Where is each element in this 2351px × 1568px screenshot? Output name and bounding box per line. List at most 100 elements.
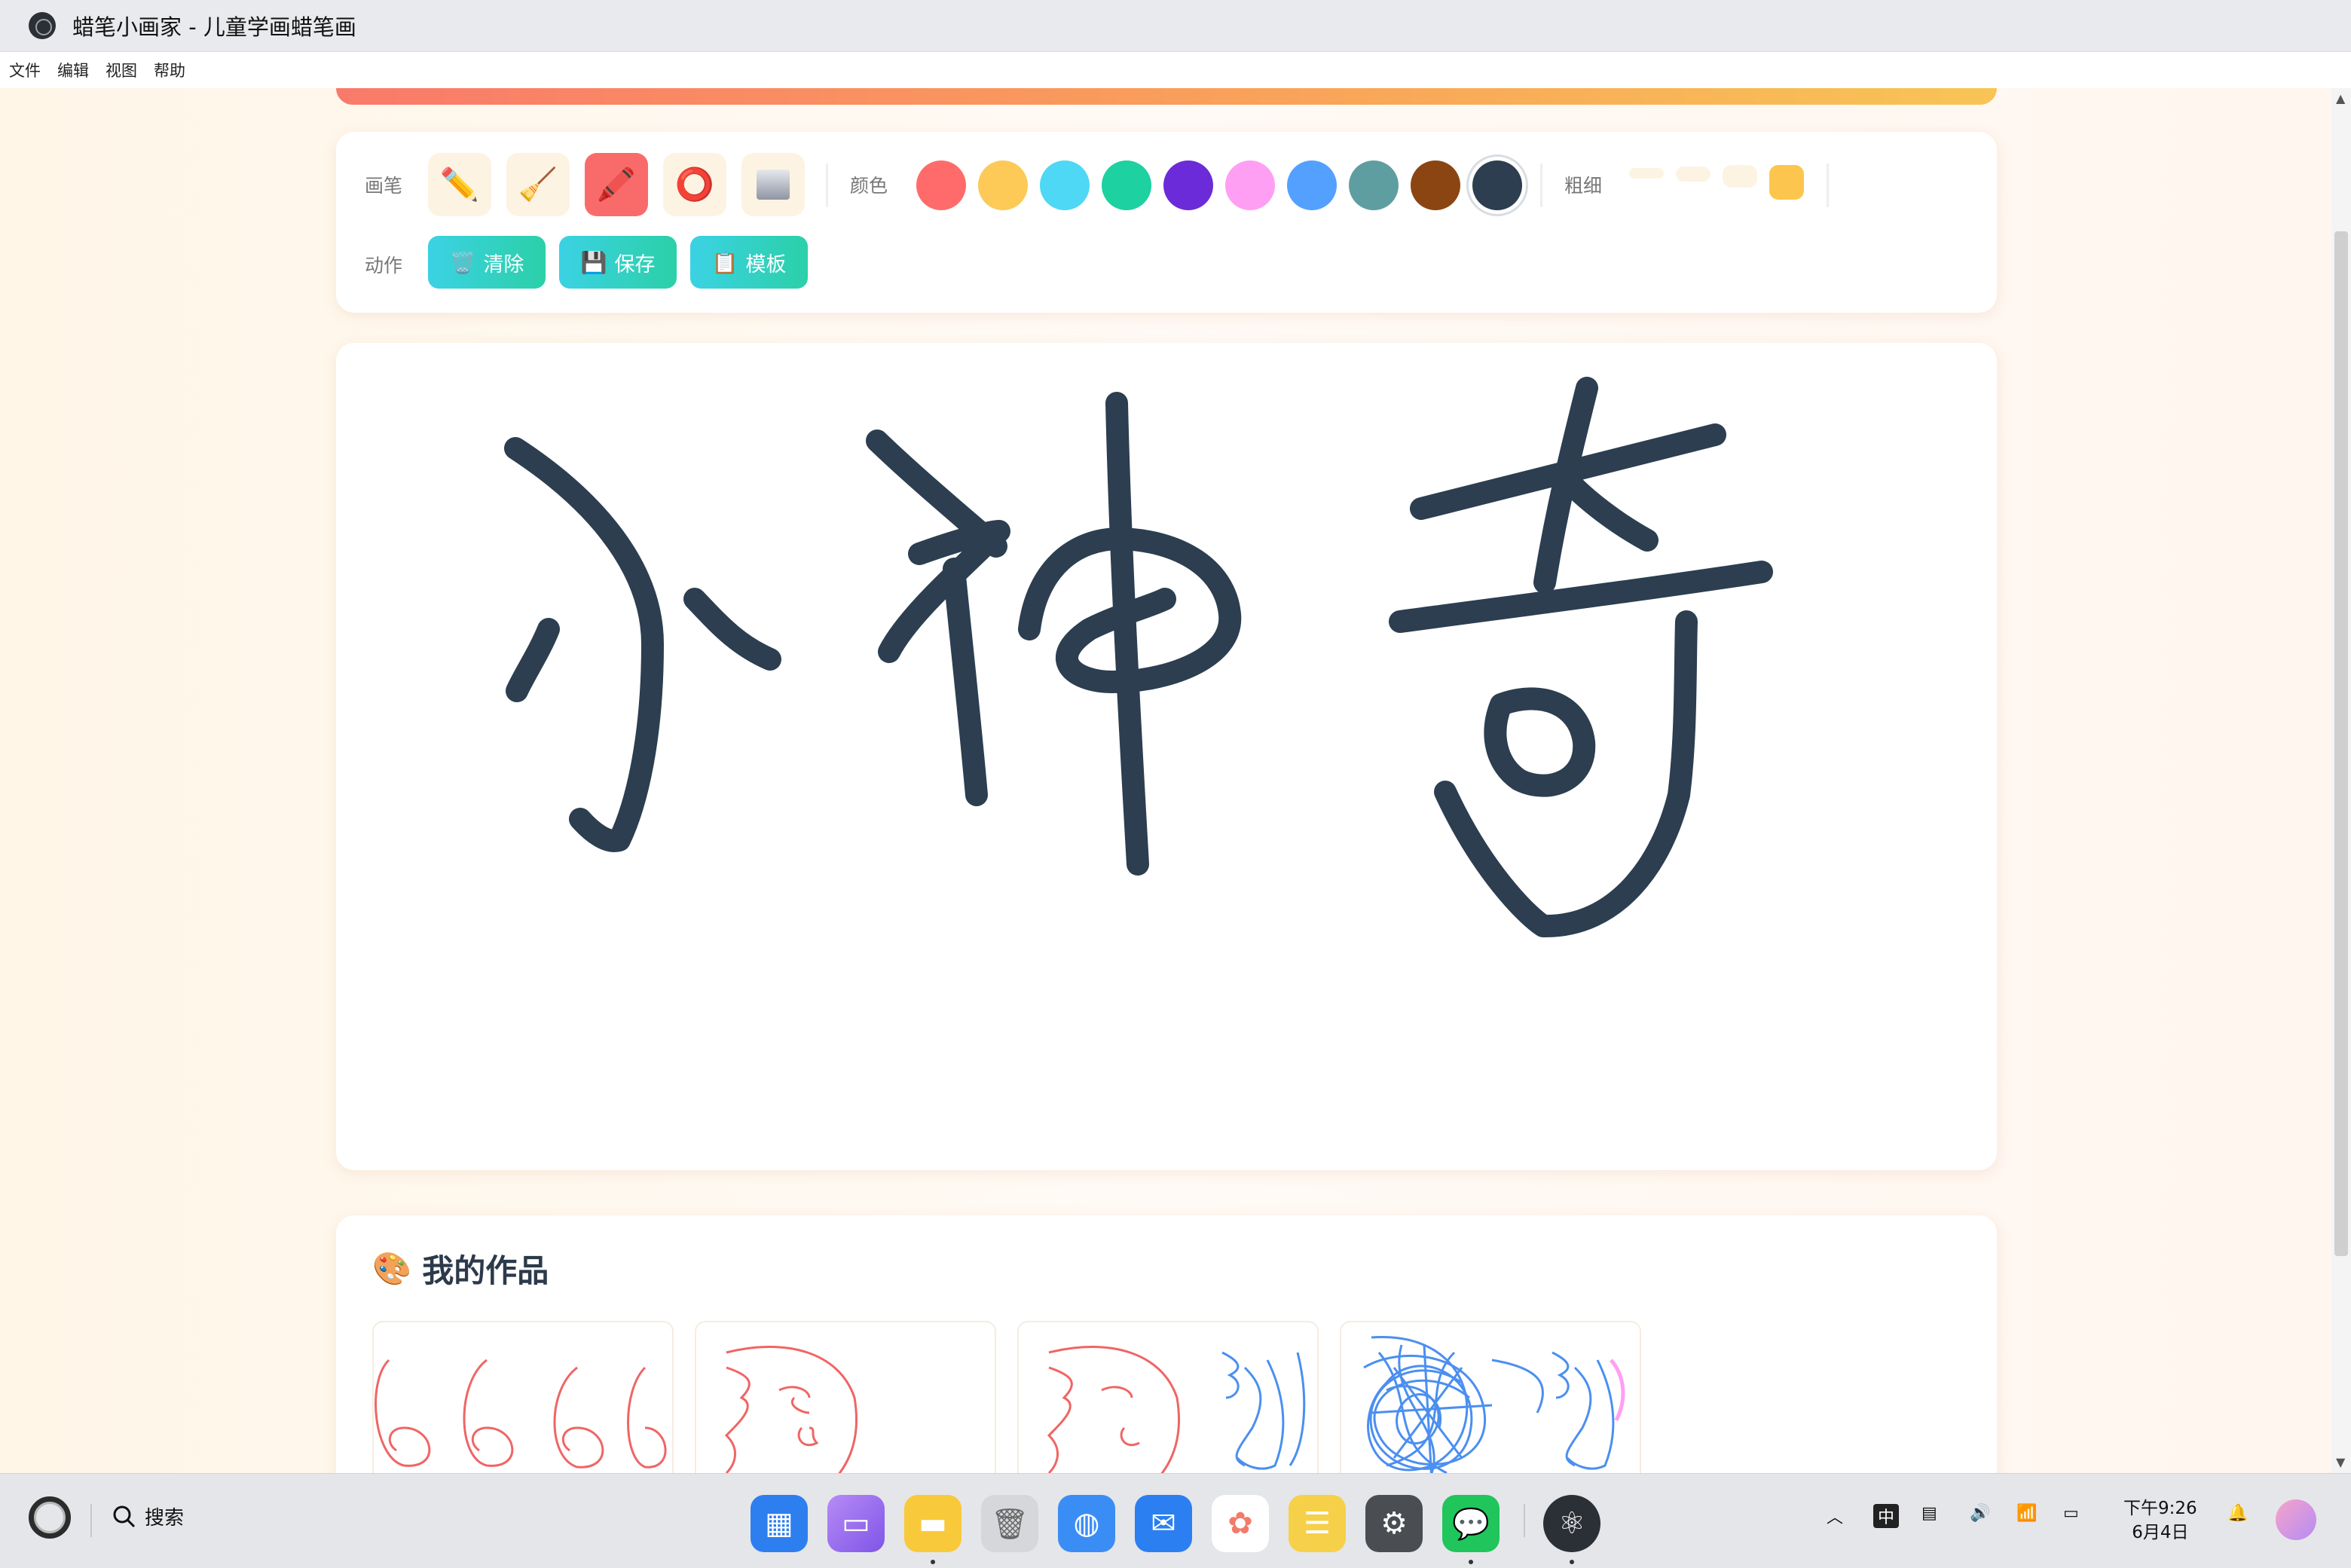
drawn-stroke bbox=[1555, 467, 1659, 552]
toolbar-divider bbox=[1540, 164, 1542, 207]
multitask-icon[interactable]: ▭ bbox=[827, 1495, 885, 1552]
fill-tool-button[interactable] bbox=[741, 153, 805, 216]
menu-view[interactable]: 视图 bbox=[105, 59, 137, 81]
artwork-thumbnail[interactable] bbox=[1340, 1321, 1641, 1473]
flower-icon: ✿ bbox=[1227, 1506, 1253, 1541]
color-swatch-blue[interactable] bbox=[1287, 160, 1337, 210]
wechat-icon[interactable]: 💬 bbox=[1442, 1495, 1500, 1552]
canvas-drawing bbox=[504, 377, 1773, 938]
launcher-grid-icon[interactable]: ▦ bbox=[751, 1495, 808, 1552]
thumbnail-drawing bbox=[724, 1346, 858, 1473]
action-label: 动作 bbox=[365, 255, 403, 277]
drawing-canvas[interactable] bbox=[336, 343, 1997, 1170]
start-button-icon[interactable] bbox=[29, 1496, 71, 1539]
input-method-indicator[interactable]: 中 bbox=[1873, 1504, 1900, 1528]
clipboard-icon: 📋 bbox=[711, 249, 738, 275]
color-swatch-navy[interactable] bbox=[1472, 160, 1522, 210]
menu-edit[interactable]: 编辑 bbox=[57, 59, 89, 81]
color-swatch-pink[interactable] bbox=[1225, 160, 1275, 210]
thickness-option-medium[interactable] bbox=[1676, 167, 1711, 182]
pencil-tool-button[interactable]: ✏️ bbox=[428, 153, 491, 216]
gradient-fill-icon bbox=[757, 170, 790, 200]
toolbar-divider bbox=[826, 164, 828, 207]
clock-time: 下午9:26 bbox=[2123, 1499, 2197, 1518]
works-section-title: 🎨 我的作品 bbox=[372, 1246, 549, 1291]
thickness-option-extra-thick[interactable] bbox=[1769, 165, 1804, 200]
artwork-thumbnail[interactable] bbox=[372, 1321, 674, 1473]
drawn-stroke bbox=[1484, 687, 1596, 797]
trash-icon: 🗑️ bbox=[449, 249, 476, 275]
clipboard-tray-icon[interactable]: ▤ bbox=[1921, 1504, 1937, 1523]
color-swatch-red[interactable] bbox=[916, 160, 966, 210]
notes-icon[interactable]: ☰ bbox=[1289, 1495, 1346, 1552]
menu-help[interactable]: 帮助 bbox=[154, 59, 185, 81]
vertical-scrollbar[interactable]: ▲ ▼ bbox=[2331, 88, 2351, 1473]
settings-gear-icon[interactable]: ⚙ bbox=[1365, 1495, 1423, 1552]
tray-expand-chevron-icon[interactable]: ︿ bbox=[1827, 1504, 1843, 1528]
window-titlebar: 蜡笔小画家 - 儿童学画蜡笔画 bbox=[0, 0, 2351, 52]
toolbar-divider bbox=[1827, 164, 1829, 207]
clock-date: 6月4日 bbox=[2132, 1523, 2189, 1542]
taskbar-divider bbox=[90, 1504, 92, 1537]
volume-icon[interactable]: 🔊 bbox=[1970, 1504, 1990, 1523]
thumbnail-drawing bbox=[1363, 1336, 1625, 1473]
color-swatch-cyan[interactable] bbox=[1040, 160, 1090, 210]
running-indicator bbox=[1469, 1560, 1473, 1564]
template-button[interactable]: 📋 模板 bbox=[690, 236, 808, 289]
crayon-app-icon[interactable]: ⚛ bbox=[1543, 1495, 1600, 1552]
drawn-stroke bbox=[1389, 561, 1773, 633]
thumbnail-drawing bbox=[1047, 1346, 1306, 1473]
window-title: 蜡笔小画家 - 儿童学画蜡笔画 bbox=[72, 14, 356, 40]
works-title-text: 我的作品 bbox=[422, 1252, 549, 1289]
taskbar-clock[interactable]: 下午9:26 6月4日 bbox=[2123, 1496, 2197, 1545]
my-works-panel: 🎨 我的作品 bbox=[336, 1215, 1997, 1473]
scroll-up-arrow-icon[interactable]: ▲ bbox=[2336, 91, 2345, 105]
color-swatch-purple[interactable] bbox=[1163, 160, 1213, 210]
file-manager-icon[interactable]: ▬ bbox=[904, 1495, 961, 1552]
taskbar-search[interactable]: 搜索 bbox=[112, 1502, 184, 1530]
circle-icon: ⭕ bbox=[674, 166, 715, 203]
menu-bar: 文件 编辑 视图 帮助 bbox=[0, 52, 2351, 88]
color-swatch-yellow[interactable] bbox=[978, 160, 1028, 210]
trash-bin-icon[interactable]: 🗑 bbox=[981, 1495, 1038, 1552]
mail-icon[interactable]: ✉ bbox=[1135, 1495, 1192, 1552]
save-button[interactable]: 💾 保存 bbox=[559, 236, 677, 289]
artwork-thumbnail[interactable] bbox=[1017, 1321, 1319, 1473]
color-swatch-brown[interactable] bbox=[1411, 160, 1460, 210]
drawn-stroke bbox=[943, 558, 988, 806]
clear-button[interactable]: 🗑️ 清除 bbox=[428, 236, 546, 289]
taskbar-divider bbox=[1524, 1504, 1525, 1537]
artwork-thumbnail[interactable] bbox=[695, 1321, 996, 1473]
drawn-stroke bbox=[1105, 392, 1149, 876]
menu-file[interactable]: 文件 bbox=[9, 59, 41, 81]
pencil-icon: ✏️ bbox=[439, 166, 480, 203]
running-indicator bbox=[1570, 1560, 1574, 1564]
photos-icon[interactable]: ✿ bbox=[1212, 1495, 1269, 1552]
crayon-icon: 🖍️ bbox=[596, 166, 637, 203]
app-logo-icon bbox=[29, 12, 56, 39]
toolbar-panel: 画笔 ✏️ 🧹 🖍️ ⭕ 颜色 粗细 动作 🗑️ 清除 💾 保存 📋 模板 bbox=[336, 132, 1997, 313]
color-swatch-green[interactable] bbox=[1102, 160, 1151, 210]
running-indicator bbox=[931, 1560, 935, 1564]
app-content: 画笔 ✏️ 🧹 🖍️ ⭕ 颜色 粗细 动作 🗑️ 清除 💾 保存 📋 模板 🎨 … bbox=[0, 88, 2331, 1473]
taskbar: 搜索 ▦ ▭ ▬ 🗑 ◍ ✉ ✿ ☰ ⚙ 💬 ⚛ ︿ 中 ▤ 🔊 📶 ▭ 下午9… bbox=[0, 1473, 2351, 1568]
thumbnail-drawing bbox=[375, 1359, 667, 1469]
scroll-down-arrow-icon[interactable]: ▼ bbox=[2336, 1455, 2345, 1469]
palette-icon: 🎨 bbox=[372, 1249, 412, 1287]
clear-button-label: 清除 bbox=[483, 252, 524, 277]
search-icon bbox=[113, 1505, 136, 1527]
broom-tool-button[interactable]: 🧹 bbox=[506, 153, 570, 216]
crayon-tool-button[interactable]: 🖍️ bbox=[585, 153, 648, 216]
drawn-stroke bbox=[506, 618, 560, 702]
browser-icon[interactable]: ◍ bbox=[1058, 1495, 1115, 1552]
avatar[interactable] bbox=[2276, 1499, 2316, 1540]
drawn-stroke bbox=[683, 588, 781, 671]
scrollbar-thumb[interactable] bbox=[2334, 231, 2348, 1256]
thickness-option-thick[interactable] bbox=[1723, 165, 1757, 188]
thickness-option-thin[interactable] bbox=[1629, 168, 1664, 179]
battery-icon[interactable]: ▭ bbox=[2063, 1504, 2079, 1523]
circle-tool-button[interactable]: ⭕ bbox=[663, 153, 726, 216]
color-swatch-teal[interactable] bbox=[1349, 160, 1399, 210]
notification-icon[interactable]: 🔔 bbox=[2227, 1504, 2248, 1523]
wifi-icon[interactable]: 📶 bbox=[2016, 1504, 2037, 1523]
